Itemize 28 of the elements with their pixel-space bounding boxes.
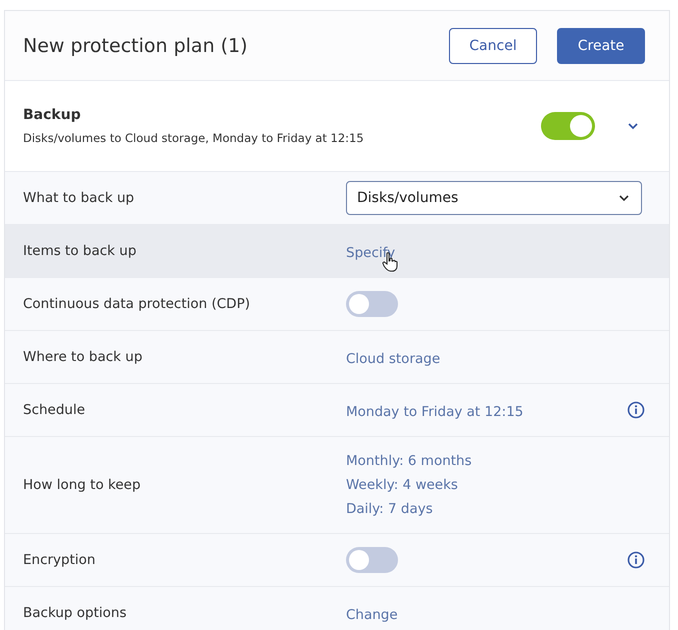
info-icon[interactable]: [627, 551, 645, 569]
setting-label: Backup options: [23, 605, 128, 621]
setting-link[interactable]: Change: [346, 606, 398, 622]
setting-link[interactable]: Specify: [346, 244, 396, 260]
setting-label: Schedule: [23, 402, 86, 418]
header-button[interactable]: Cancel: [449, 28, 537, 64]
info-icon[interactable]: [627, 401, 645, 419]
setting-label: How long to keep: [23, 477, 142, 493]
backup-toggle[interactable]: [541, 112, 595, 140]
section-title: Backup: [23, 107, 82, 123]
chevron-icon[interactable]: [627, 122, 639, 130]
section-summary: Disks/volumes to Cloud storage, Monday to Friday at 12:15: [23, 131, 365, 145]
retention-link[interactable]: Daily: 7 days: [346, 501, 472, 517]
setting-label: Encryption: [23, 552, 96, 568]
plan-title: New protection plan (1): [23, 34, 248, 56]
setting-label: What to back up: [23, 190, 136, 206]
caret-icon: [619, 195, 629, 201]
retention-link[interactable]: Weekly: 4 weeks: [346, 477, 472, 493]
setting-label: Continuous data protection (CDP): [23, 296, 251, 312]
dropdown-field[interactable]: Disks/volumes: [346, 181, 642, 215]
header-button[interactable]: Create: [557, 28, 645, 64]
setting-toggle[interactable]: [346, 547, 398, 573]
setting-label: Items to back up: [23, 243, 138, 259]
setting-link[interactable]: Monday to Friday at 12:15: [346, 404, 524, 420]
setting-link[interactable]: Cloud storage: [346, 350, 440, 366]
retention-link[interactable]: Monthly: 6 months: [346, 453, 472, 469]
setting-toggle[interactable]: [346, 291, 398, 317]
setting-label: Where to back up: [23, 349, 144, 365]
